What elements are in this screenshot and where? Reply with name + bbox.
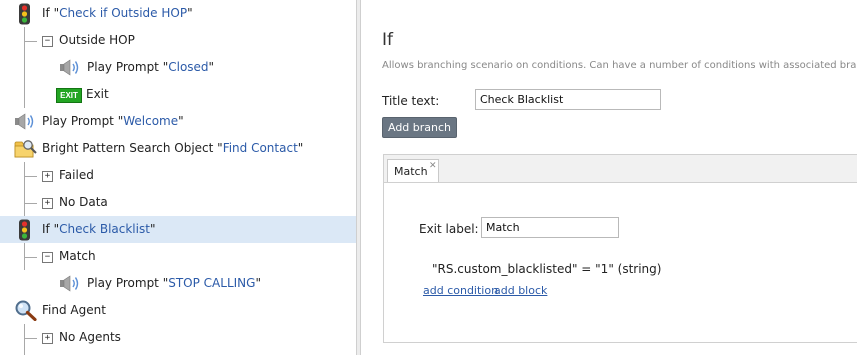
add-condition-link[interactable]: add condition — [423, 284, 498, 297]
tree-branch-no-data[interactable]: + No Data — [0, 189, 356, 216]
tree-node-play-prompt-welcome[interactable]: Play Prompt "Welcome" — [0, 108, 356, 135]
collapse-toggle[interactable]: − — [42, 252, 53, 263]
traffic-light-icon — [19, 219, 30, 241]
close-icon[interactable]: ✕ — [429, 161, 437, 171]
speaker-icon — [15, 113, 34, 130]
tree-node-play-prompt-stop-calling[interactable]: Play Prompt "STOP CALLING" — [0, 270, 356, 297]
exit-label-input[interactable] — [481, 217, 619, 238]
tree-branch-label: No Agents — [59, 330, 121, 344]
folder-search-icon — [14, 140, 37, 158]
expand-toggle[interactable]: + — [42, 333, 53, 344]
exit-icon: EXIT — [56, 88, 82, 103]
add-branch-button[interactable]: Add branch — [382, 117, 457, 138]
title-text-input[interactable] — [475, 89, 661, 110]
tree-branch-label: Failed — [59, 168, 94, 182]
title-text-label: Title text: — [382, 94, 440, 108]
tree-node-find-agent[interactable]: Find Agent — [0, 297, 356, 324]
tree-node-play-prompt-closed[interactable]: Play Prompt "Closed" — [0, 54, 356, 81]
condition-expression[interactable]: "RS.custom_blacklisted" = "1" (string) — [432, 262, 661, 276]
tree-branch-label: Match — [59, 249, 96, 263]
tree-node-label: If "Check if Outside HOP" — [42, 6, 193, 20]
collapse-toggle[interactable]: − — [42, 36, 53, 47]
tree-node-if-check-blacklist[interactable]: If "Check Blacklist" — [0, 216, 356, 243]
magnifier-icon — [15, 300, 37, 321]
tree-branch-label: No Data — [59, 195, 108, 209]
tree-node-exit[interactable]: EXIT Exit — [0, 81, 356, 108]
tab-label: Match — [394, 165, 428, 178]
traffic-light-icon — [19, 3, 30, 25]
speaker-icon — [60, 275, 79, 292]
tree-node-label: Play Prompt "STOP CALLING" — [87, 276, 261, 290]
tree-branch-match[interactable]: − Match — [0, 243, 356, 270]
tree-node-label: Play Prompt "Welcome" — [42, 114, 184, 128]
properties-panel: If Allows branching scenario on conditio… — [361, 0, 857, 355]
expand-toggle[interactable]: + — [42, 198, 53, 209]
panel-description: Allows branching scenario on conditions.… — [382, 60, 857, 71]
tree-branch-no-agents[interactable]: + No Agents — [0, 324, 356, 351]
tree-node-label: Bright Pattern Search Object "Find Conta… — [42, 141, 304, 155]
add-block-link[interactable]: add block — [494, 284, 547, 297]
speaker-icon — [60, 59, 79, 76]
expand-toggle[interactable]: + — [42, 171, 53, 182]
tree-node-label: If "Check Blacklist" — [42, 222, 156, 236]
panel-title: If — [382, 30, 393, 50]
tree-node-label: Play Prompt "Closed" — [87, 60, 215, 74]
tree-branch-label: Outside HOP — [59, 33, 135, 47]
exit-label-label: Exit label: — [419, 222, 479, 236]
branch-tab-strip: Match ✕ — [384, 155, 857, 183]
branch-editor: Match ✕ Exit label: "RS.custom_blacklist… — [383, 154, 857, 343]
scenario-tree: If "Check if Outside HOP" − Outside HOP … — [0, 0, 356, 355]
tab-match[interactable]: Match ✕ — [387, 159, 439, 182]
tree-branch-failed[interactable]: + Failed — [0, 162, 356, 189]
tree-node-if-outside-hop[interactable]: If "Check if Outside HOP" — [0, 0, 356, 27]
tree-branch-outside-hop[interactable]: − Outside HOP — [0, 27, 356, 54]
tree-node-label: Find Agent — [42, 303, 106, 317]
tree-node-search-object-find-contact[interactable]: Bright Pattern Search Object "Find Conta… — [0, 135, 356, 162]
tree-node-label: Exit — [86, 87, 109, 101]
